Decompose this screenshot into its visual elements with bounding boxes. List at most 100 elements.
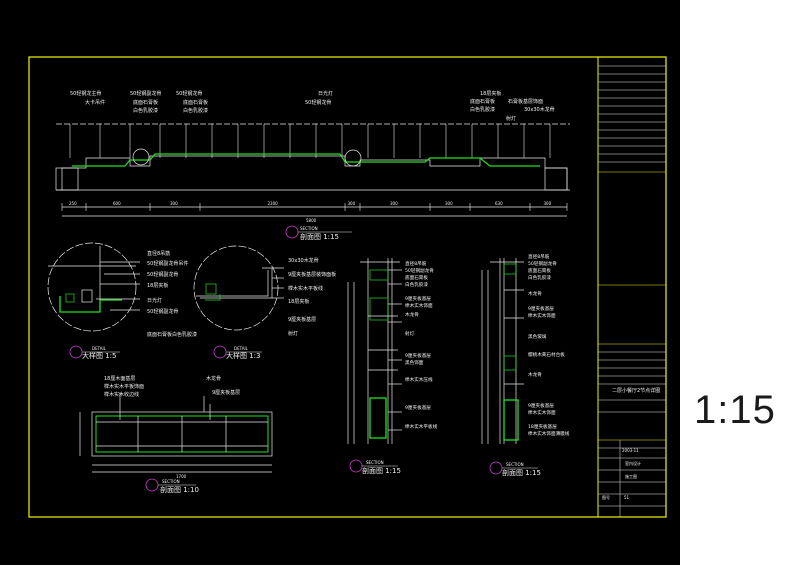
detail-a-label-4: 日光灯 bbox=[147, 297, 162, 304]
section-d-label-0: 直径8吊筋 bbox=[405, 260, 427, 267]
detail-a-title: 大样图 1:5 bbox=[82, 351, 117, 360]
section-d bbox=[347, 258, 402, 444]
section-d-label-6: 木龙骨 bbox=[405, 311, 419, 318]
detail-a-label-6: 底面石膏板白色乳胶漆 bbox=[147, 331, 197, 338]
top-label-0: 50轻钢龙主骨 bbox=[70, 90, 101, 97]
top-total-dim: 5800 bbox=[306, 218, 317, 223]
section-e-label-0: 直径8吊筋 bbox=[528, 253, 550, 260]
section-c-label-0: 18厘木面基层 bbox=[104, 375, 135, 382]
section-c-label-1: 榉木实木平板饰面 bbox=[104, 383, 144, 390]
dim-label: 600 bbox=[113, 201, 121, 206]
section-e-label-13: 榉木实木饰面薄膜线 bbox=[528, 430, 570, 437]
section-d-label-10: 榉木实木压线 bbox=[405, 376, 433, 383]
section-e-label-3: 白色乳胶漆 bbox=[528, 274, 551, 281]
section-e-label-6: 榉木实木饰面 bbox=[528, 312, 556, 319]
section-d-label-4: 9厘夹板基层 bbox=[405, 295, 431, 302]
tb-project-title: 二层小餐厅2节点详图 bbox=[612, 387, 660, 394]
section-e bbox=[481, 258, 524, 444]
section-e-tag: SECTION bbox=[506, 462, 524, 467]
top-label-7: 白色乳胶漆 bbox=[183, 107, 208, 114]
detail-b-title-group: DETAIL 大样图 1:3 bbox=[213, 345, 262, 360]
tb-scale-label: 图号 bbox=[602, 494, 610, 500]
section-e-label-11: 榉木实木饰面 bbox=[528, 409, 556, 416]
section-c-title: 剖面图 1:10 bbox=[160, 485, 199, 494]
section-e-label-2: 底面石膏板 bbox=[528, 267, 551, 274]
tb-designer: 室内设计 bbox=[625, 460, 641, 466]
dim-label: 300 bbox=[445, 201, 453, 206]
top-label-9: 50轻钢龙骨 bbox=[305, 99, 331, 106]
detail-b-label-4: 9厘夹板基层 bbox=[288, 316, 316, 323]
detail-b-label-0: 30x30木龙骨 bbox=[288, 257, 319, 264]
section-d-label-9: 黑色饰面 bbox=[405, 359, 424, 366]
detail-a-label-1: 50轻钢副龙骨吊件 bbox=[147, 260, 188, 267]
section-d-title-group: SECTION 剖面图 1:15 bbox=[349, 459, 401, 475]
dim-label: 300 bbox=[544, 201, 552, 206]
detail-a-label-2: 50轻钢副龙骨 bbox=[147, 271, 178, 278]
top-label-6: 底面石膏板 bbox=[183, 99, 208, 106]
detail-a-label-3: 18层夹板 bbox=[147, 282, 168, 289]
drawing-frame bbox=[28, 56, 667, 518]
dim-label: 300 bbox=[170, 201, 178, 206]
top-dimension-labels: 250 600 300 2300 300 300 300 630 300 bbox=[69, 201, 552, 206]
top-label-8: 日光灯 bbox=[318, 90, 333, 97]
section-e-label-12: 18厘夹板基层 bbox=[528, 423, 557, 430]
top-section-tag: SECTION bbox=[300, 226, 318, 231]
section-d-title: 剖面图 1:15 bbox=[362, 466, 401, 475]
section-e-labels: 直径8吊筋 50轻钢副龙骨 底面石膏板 白色乳胶漆 木龙骨 9厘夹板基层 榉木实… bbox=[528, 253, 570, 437]
dim-label: 630 bbox=[495, 201, 503, 206]
detail-b bbox=[193, 245, 284, 331]
detail-b-label-2: 榉木实木平板线 bbox=[288, 285, 323, 292]
dim-label: 300 bbox=[348, 201, 356, 206]
section-e-label-7: 黑色玻璃 bbox=[528, 333, 547, 340]
top-label-4: 白色乳胶漆 bbox=[133, 107, 158, 114]
section-c bbox=[79, 392, 273, 473]
top-label-1: 大卡吊件 bbox=[85, 99, 105, 106]
top-section bbox=[55, 123, 570, 217]
detail-b-label-5: 射灯 bbox=[288, 330, 298, 337]
detail-a-label-5: 50轻钢副龙骨 bbox=[147, 308, 178, 315]
top-label-11: 底面石膏板 bbox=[470, 98, 495, 105]
top-label-14: 30x30木龙骨 bbox=[524, 106, 555, 113]
detail-a-labels: 直径8吊筋 50轻钢副龙骨吊件 50轻钢副龙骨 18层夹板 日光灯 50轻钢副龙… bbox=[147, 250, 197, 338]
section-e-label-5: 9厘夹板基层 bbox=[528, 305, 554, 312]
top-label-13: 石膏板基层饰面 bbox=[508, 98, 543, 105]
detail-b-label-1: 9厘夹板基层装饰面板 bbox=[288, 271, 336, 278]
section-c-label-2: 木龙骨 bbox=[206, 375, 221, 382]
section-c-title-group: SECTION 剖面图 1:10 bbox=[145, 478, 199, 494]
section-e-label-4: 木龙骨 bbox=[528, 290, 542, 297]
top-section-title-group: SECTION 剖面图 1:15 bbox=[285, 225, 352, 241]
top-label-15: 射灯 bbox=[506, 115, 516, 122]
section-d-label-5: 榉木实木饰面 bbox=[405, 302, 433, 309]
detail-b-label-3: 18层夹板 bbox=[288, 298, 309, 305]
detail-a-tag: DETAIL bbox=[92, 346, 107, 351]
top-section-labels: 50轻钢龙主骨 大卡吊件 50轻钢副龙骨 底面石膏板 白色乳胶漆 50轻钢龙骨 … bbox=[70, 90, 555, 223]
dim-label: 250 bbox=[69, 201, 77, 206]
cad-drawing: 50轻钢龙主骨 大卡吊件 50轻钢副龙骨 底面石膏板 白色乳胶漆 50轻钢龙骨 … bbox=[28, 56, 667, 518]
detail-a-label-0: 直径8吊筋 bbox=[147, 250, 170, 257]
top-label-12: 白色乳胶漆 bbox=[470, 106, 495, 113]
section-e-label-1: 50轻钢副龙骨 bbox=[528, 260, 557, 267]
section-d-tag: SECTION bbox=[366, 460, 384, 465]
scale-label: 1:15 bbox=[694, 388, 776, 432]
title-block-text: 二层小餐厅2节点详图 2003-11 室内设计 施工图 图号 51 bbox=[602, 387, 660, 500]
drawing-sheet: 50轻钢龙主骨 大卡吊件 50轻钢副龙骨 底面石膏板 白色乳胶漆 50轻钢龙骨 … bbox=[0, 0, 680, 565]
detail-b-labels: 30x30木龙骨 9厘夹板基层装饰面板 榉木实木平板线 18层夹板 9厘夹板基层… bbox=[288, 257, 336, 337]
section-d-label-3: 白色乳胶漆 bbox=[405, 281, 428, 288]
section-e-title-group: SECTION 剖面图 1:15 bbox=[489, 461, 541, 477]
section-d-label-11: 9厘夹板基层 bbox=[405, 404, 431, 411]
top-label-3: 底面石膏板 bbox=[133, 99, 158, 106]
section-d-label-2: 底面石膏板 bbox=[405, 274, 428, 281]
detail-a bbox=[47, 242, 140, 332]
section-c-label-4: 榉木实木收边线 bbox=[104, 391, 139, 398]
section-d-labels: 直径8吊筋 50轻钢副龙骨 底面石膏板 白色乳胶漆 9厘夹板基层 榉木实木饰面 … bbox=[405, 260, 438, 430]
section-c-tag: SECTION bbox=[162, 479, 180, 484]
section-d-label-7: 射灯 bbox=[405, 330, 415, 337]
section-e-title: 剖面图 1:15 bbox=[502, 468, 541, 477]
section-e-label-9: 木龙骨 bbox=[528, 371, 542, 378]
top-label-2: 50轻钢副龙骨 bbox=[130, 90, 161, 97]
section-d-label-12: 榉木实木平板线 bbox=[405, 423, 438, 430]
dim-label: 2300 bbox=[268, 201, 279, 206]
tb-date: 2003-11 bbox=[622, 448, 639, 453]
detail-a-title-group: DETAIL 大样图 1:5 bbox=[69, 345, 120, 360]
section-e-label-8: 樱桃木黄石材台板 bbox=[528, 351, 565, 358]
